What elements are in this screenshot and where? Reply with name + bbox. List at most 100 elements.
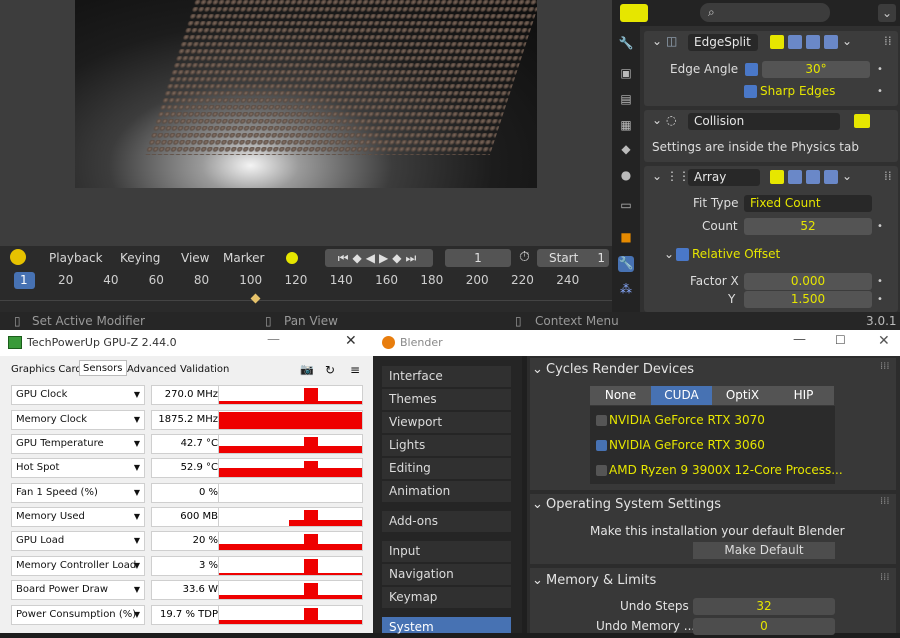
view-layer-icon[interactable]: ▦ xyxy=(618,118,634,134)
undo-memory-field[interactable]: 0 xyxy=(693,618,835,635)
collection-icon[interactable]: ▭ xyxy=(618,198,634,214)
nav-item-editing[interactable]: Editing xyxy=(382,458,511,479)
sensor-name-select[interactable]: Memory Clock ▼ xyxy=(11,410,145,430)
drag-handle-icon[interactable]: ⁞⁞ xyxy=(884,34,892,48)
close-icon[interactable]: ✕ xyxy=(878,333,890,349)
undo-steps-field[interactable]: 32 xyxy=(693,598,835,615)
panel-chevron-icon[interactable]: ⌄ xyxy=(532,497,543,512)
keyframe-dot[interactable]: • xyxy=(877,276,883,287)
render-toggle-icon[interactable] xyxy=(824,35,838,49)
sensor-name-select[interactable]: Memory Used ▼ xyxy=(11,507,145,527)
view-menu[interactable]: View xyxy=(181,251,209,265)
world-icon[interactable]: ● xyxy=(618,168,634,184)
clock-icon[interactable] xyxy=(10,249,26,265)
scene-icon[interactable]: ◆ xyxy=(618,142,634,158)
playback-controls[interactable]: ⏮◆◀▶◆⏭ xyxy=(325,249,433,267)
editor-type-icon[interactable] xyxy=(620,4,648,22)
edge-angle-field[interactable]: 30° xyxy=(762,61,870,78)
sensor-name-select[interactable]: GPU Clock ▼ xyxy=(11,385,145,405)
make-default-button[interactable]: Make Default xyxy=(693,542,835,559)
output-icon[interactable]: ▤ xyxy=(618,92,634,108)
subpanel-chevron-icon[interactable]: ⌄ xyxy=(664,247,674,261)
modifier-name-field[interactable]: Array xyxy=(688,169,760,186)
drag-handle-icon[interactable]: ⁞⁞⁞ xyxy=(880,496,890,507)
device-checkbox[interactable] xyxy=(596,465,607,476)
current-frame-field[interactable]: 1 xyxy=(445,249,511,267)
tab-validation[interactable]: Validation xyxy=(180,362,229,378)
nav-item-themes[interactable]: Themes xyxy=(382,389,511,410)
minimize-icon[interactable]: — xyxy=(793,332,806,347)
device-tab-cuda[interactable]: CUDA xyxy=(651,386,712,405)
cage-toggle-icon[interactable] xyxy=(788,35,802,49)
timeline-ruler[interactable]: 1 20 40 60 80 100 120 140 160 180 200 220 240 xyxy=(0,270,612,312)
nav-item-add-ons[interactable]: Add-ons xyxy=(382,511,511,532)
drag-handle-icon[interactable]: ⁞⁞ xyxy=(884,169,892,183)
search-icon[interactable]: ⌕ xyxy=(700,3,830,22)
nav-item-viewport[interactable]: Viewport xyxy=(382,412,511,433)
drag-handle-icon[interactable]: ⁞⁞⁞ xyxy=(880,361,890,372)
modifier-name-field[interactable]: Collision xyxy=(688,113,840,130)
collapse-chevron-icon[interactable]: ⌄ xyxy=(652,34,662,48)
device-checkbox[interactable] xyxy=(596,440,607,451)
physics-toggle-icon[interactable] xyxy=(854,114,870,128)
sharp-edges-checkbox[interactable] xyxy=(744,85,757,98)
nav-item-navigation[interactable]: Navigation xyxy=(382,564,511,585)
sensor-name-select[interactable]: Memory Controller Load ▼ xyxy=(11,556,145,576)
keyframe-dot[interactable]: • xyxy=(877,294,883,305)
factor-x-field[interactable]: 0.000 xyxy=(744,273,872,290)
factor-y-field[interactable]: 1.500 xyxy=(744,291,872,308)
chevron-down-icon[interactable]: ⌄ xyxy=(842,34,852,48)
editmode-toggle-icon[interactable] xyxy=(770,35,784,49)
nav-item-animation[interactable]: Animation xyxy=(382,481,511,502)
nav-item-input[interactable]: Input xyxy=(382,541,511,562)
start-frame-field[interactable]: Start 1 xyxy=(537,249,609,267)
cage-toggle-icon[interactable] xyxy=(788,170,802,184)
playback-menu[interactable]: Playback xyxy=(49,251,103,265)
sensor-name-select[interactable]: Hot Spot ▼ xyxy=(11,458,145,478)
sensor-name-select[interactable]: Board Power Draw ▼ xyxy=(11,580,145,600)
device-tab-none[interactable]: None xyxy=(590,386,651,405)
sensor-name-select[interactable]: GPU Load ▼ xyxy=(11,531,145,551)
edge-angle-checkbox[interactable] xyxy=(745,63,758,76)
viewport-toggle-icon[interactable] xyxy=(806,170,820,184)
panel-chevron-icon[interactable]: ⌄ xyxy=(532,362,543,377)
close-icon[interactable]: ✕ xyxy=(345,333,357,349)
tab-sensors[interactable]: Sensors xyxy=(79,360,127,376)
count-field[interactable]: 52 xyxy=(744,218,872,235)
panel-chevron-icon[interactable]: ⌄ xyxy=(532,573,543,588)
tab-graphics-card[interactable]: Graphics Card xyxy=(11,362,82,378)
device-checkbox[interactable] xyxy=(596,415,607,426)
drag-handle-icon[interactable]: ⁞⁞⁞ xyxy=(880,572,890,583)
keyframe-dot[interactable]: • xyxy=(877,86,883,97)
nav-item-system[interactable]: System xyxy=(382,617,511,634)
viewport-toggle-icon[interactable] xyxy=(806,35,820,49)
keying-menu[interactable]: Keying xyxy=(120,251,160,265)
record-button[interactable] xyxy=(286,252,298,264)
refresh-icon[interactable]: ↻ xyxy=(325,362,335,378)
3d-viewport[interactable] xyxy=(0,0,612,246)
menu-icon[interactable]: ≡ xyxy=(350,362,360,378)
collapse-chevron-icon[interactable]: ⌄ xyxy=(652,169,662,183)
chevron-down-icon[interactable]: ⌄ xyxy=(842,169,852,183)
nav-item-interface[interactable]: Interface xyxy=(382,366,511,387)
nav-item-keymap[interactable]: Keymap xyxy=(382,587,511,608)
stopwatch-icon[interactable]: ⏱ xyxy=(519,249,530,265)
particles-icon[interactable]: ⁂ xyxy=(618,282,634,298)
sensor-name-select[interactable]: GPU Temperature ▼ xyxy=(11,434,145,454)
fit-type-select[interactable]: Fixed Count xyxy=(744,195,872,212)
keyframe-dot[interactable]: • xyxy=(877,64,883,75)
render-icon[interactable]: ▣ xyxy=(618,66,634,82)
device-tab-optix[interactable]: OptiX xyxy=(712,386,773,405)
sensor-name-select[interactable]: Power Consumption (%) ▼ xyxy=(11,605,145,625)
nav-item-lights[interactable]: Lights xyxy=(382,435,511,456)
keyframe-marker[interactable] xyxy=(250,293,261,304)
sensor-name-select[interactable]: Fan 1 Speed (%) ▼ xyxy=(11,483,145,503)
device-tab-hip[interactable]: HIP xyxy=(773,386,834,405)
chevron-down-icon[interactable]: ⌄ xyxy=(878,4,896,22)
render-toggle-icon[interactable] xyxy=(824,170,838,184)
camera-icon[interactable]: 📷 xyxy=(300,362,314,378)
tab-advanced[interactable]: Advanced xyxy=(127,362,176,378)
maximize-icon[interactable]: ☐ xyxy=(835,333,846,347)
minimize-icon[interactable]: — xyxy=(267,332,280,347)
tool-icon[interactable]: 🔧 xyxy=(618,36,634,52)
